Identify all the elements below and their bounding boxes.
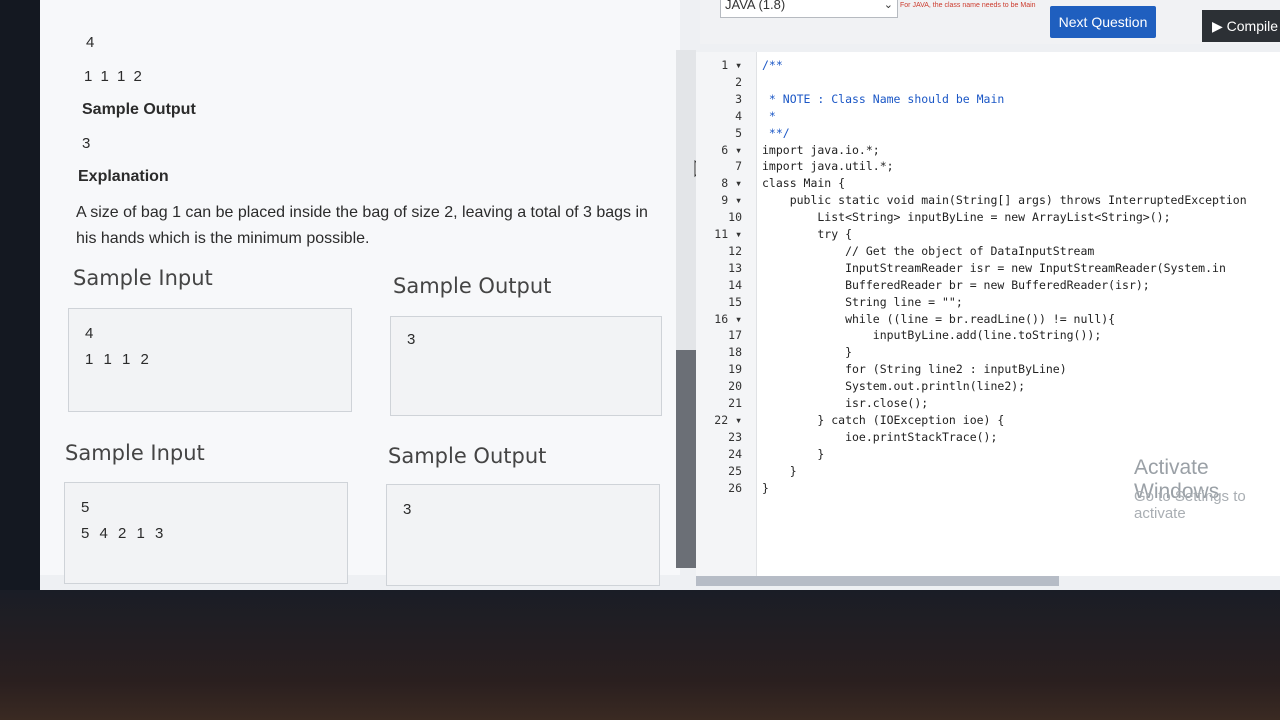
monitor-bezel bbox=[0, 590, 1280, 720]
language-select[interactable]: JAVA (1.8) ⌄ bbox=[720, 0, 898, 18]
line-number: 7 bbox=[735, 159, 742, 174]
line-number: 26 bbox=[728, 480, 742, 495]
code-line: **/ bbox=[762, 125, 790, 140]
example-2-input-label: Sample Input bbox=[65, 441, 205, 465]
code-line: } bbox=[762, 480, 769, 495]
code-line: isr.close(); bbox=[762, 396, 929, 410]
code-line: String line = ""; bbox=[762, 294, 963, 309]
line-number: 24 bbox=[728, 446, 742, 461]
example-1-output-label: Sample Output bbox=[393, 274, 552, 298]
code-line: for (String line2 : inputByLine) bbox=[762, 362, 1067, 377]
example-2-input-line: 5 4 2 1 3 bbox=[81, 525, 167, 542]
code-line: System.out.println(line2); bbox=[762, 379, 1026, 394]
line-number: 15 bbox=[728, 294, 742, 309]
example-2-output-box: 3 bbox=[386, 484, 660, 586]
example-2-input-line: 5 bbox=[81, 499, 93, 516]
code-line: while ((line = br.readLine()) != null){ bbox=[762, 311, 1116, 326]
code-line: BufferedReader br = new BufferedReader(i… bbox=[762, 277, 1150, 292]
editor-toolbar: JAVA (1.8) ⌄ For JAVA, the class name ne… bbox=[700, 0, 1280, 44]
code-line: import java.util.*; bbox=[762, 159, 894, 174]
line-number: 17 bbox=[728, 328, 742, 343]
example-1-input-line: 4 bbox=[85, 325, 97, 342]
top-input-count: 4 bbox=[86, 34, 95, 51]
line-number: 12 bbox=[728, 243, 742, 258]
line-number: 5 bbox=[735, 125, 742, 140]
explanation-heading: Explanation bbox=[78, 168, 169, 185]
line-number: 19 bbox=[728, 362, 742, 377]
line-number: 14 bbox=[728, 277, 742, 292]
code-line: inputByLine.add(line.toString()); bbox=[762, 328, 1102, 343]
code-line: * NOTE : Class Name should be Main bbox=[762, 91, 1005, 106]
class-name-note: For JAVA, the class name needs to be Mai… bbox=[900, 2, 1036, 9]
code-line: import java.io.*; bbox=[762, 142, 880, 157]
sample-output-heading: Sample Output bbox=[82, 101, 196, 118]
code-line: * bbox=[762, 108, 776, 123]
problem-scrollbar-thumb[interactable] bbox=[676, 350, 696, 568]
example-2-output-label: Sample Output bbox=[388, 444, 547, 468]
line-number: 13 bbox=[728, 260, 742, 275]
line-number: 9 ▾ bbox=[721, 193, 742, 208]
code-line: ioe.printStackTrace(); bbox=[762, 429, 998, 444]
line-number: 8 ▾ bbox=[721, 176, 742, 191]
activate-windows-subtitle: Go to Settings to activate bbox=[1134, 488, 1246, 522]
line-number: 21 bbox=[728, 396, 742, 410]
next-question-button[interactable]: Next Question bbox=[1050, 6, 1156, 38]
editor-horizontal-scrollbar[interactable] bbox=[696, 576, 1059, 586]
problem-pane: 4 1 1 1 2 Sample Output 3 Explanation A … bbox=[40, 0, 680, 586]
code-line: } catch (IOException ioe) { bbox=[762, 412, 1005, 427]
code-line: // Get the object of DataInputStream bbox=[762, 243, 1095, 258]
chevron-down-icon: ⌄ bbox=[883, 0, 893, 11]
line-number: 1 ▾ bbox=[721, 58, 742, 72]
line-number: 10 bbox=[728, 210, 742, 225]
example-1-output-value: 3 bbox=[407, 331, 419, 348]
language-select-value: JAVA (1.8) bbox=[725, 0, 786, 12]
line-number: 4 bbox=[735, 108, 742, 123]
example-1-input-line: 1 1 1 2 bbox=[85, 351, 152, 368]
example-1-input-label: Sample Input bbox=[73, 266, 213, 290]
screen: 4 1 1 1 2 Sample Output 3 Explanation A … bbox=[40, 0, 1280, 590]
example-1-input-box: 4 1 1 1 2 bbox=[68, 308, 352, 412]
code-line: } bbox=[762, 345, 853, 360]
line-number: 11 ▾ bbox=[714, 227, 742, 241]
example-2-output-value: 3 bbox=[403, 501, 415, 518]
line-number: 16 ▾ bbox=[714, 311, 742, 326]
line-number: 20 bbox=[728, 379, 742, 394]
code-line: public static void main(String[] args) t… bbox=[762, 193, 1247, 208]
top-input-values: 1 1 1 2 bbox=[84, 68, 144, 85]
compile-button[interactable]: ▶ Compile bbox=[1202, 10, 1280, 42]
line-number: 6 ▾ bbox=[721, 142, 742, 157]
line-number: 18 bbox=[728, 345, 742, 360]
line-number: 25 bbox=[728, 463, 742, 478]
line-number: 3 bbox=[735, 91, 742, 106]
code-line: List<String> inputByLine = new ArrayList… bbox=[762, 210, 1171, 225]
line-number: 22 ▾ bbox=[714, 412, 742, 427]
example-1-output-box: 3 bbox=[390, 316, 662, 416]
code-line: } bbox=[762, 463, 797, 478]
code-line: try { bbox=[762, 227, 853, 241]
code-line: /** bbox=[762, 58, 783, 72]
code-line: } bbox=[762, 446, 825, 461]
line-number: 23 bbox=[728, 429, 742, 444]
sample-output-value: 3 bbox=[82, 135, 91, 152]
code-line: class Main { bbox=[762, 176, 846, 191]
line-number: 2 bbox=[735, 74, 742, 89]
line-number-gutter: 1 ▾ 2 3 4 5 6 ▾ 7 8 ▾ 9 ▾ 10 11 ▾ 12 13 14 15 16 ▾ 17 18 1… bbox=[696, 52, 757, 576]
explanation-text: A size of bag 1 can be placed inside the… bbox=[76, 204, 648, 247]
example-2-input-box: 5 5 4 2 1 3 bbox=[64, 482, 348, 584]
code-line: InputStreamReader isr = new InputStreamR… bbox=[762, 260, 1226, 275]
